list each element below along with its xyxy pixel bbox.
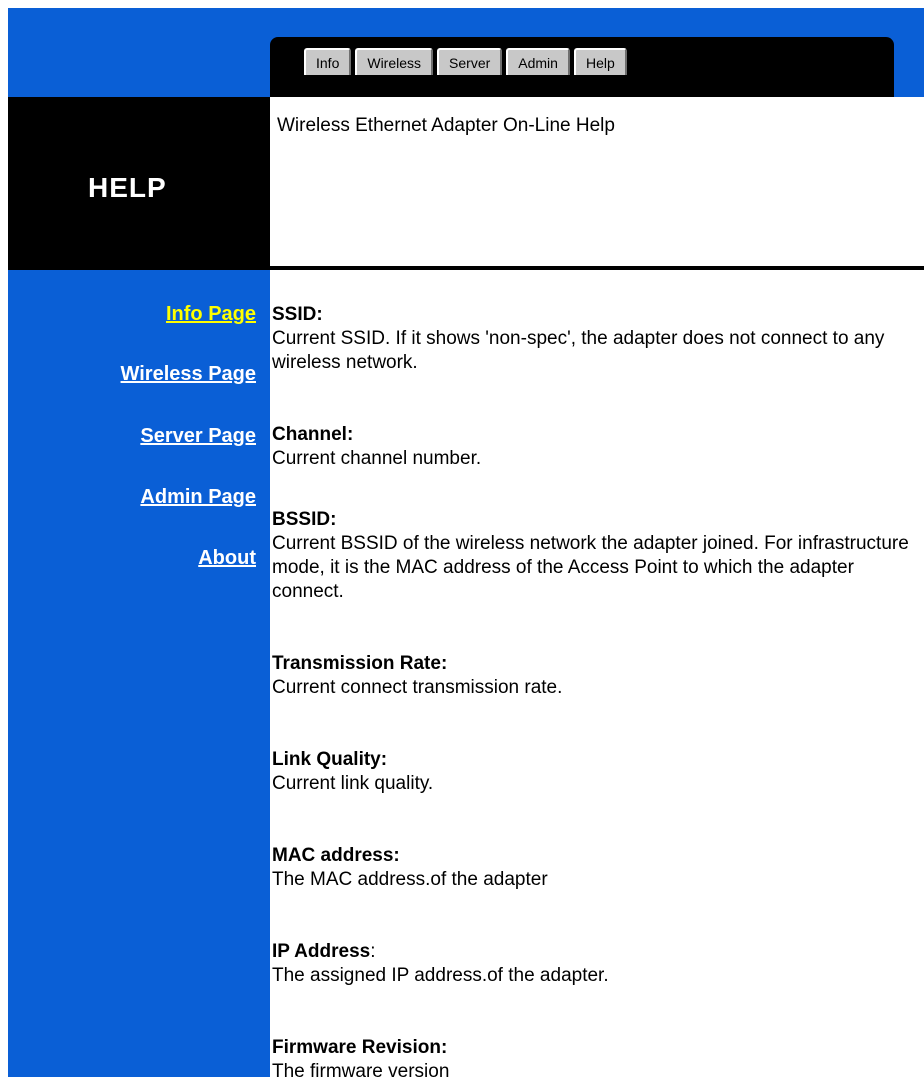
page-title: Wireless Ethernet Adapter On-Line Help <box>277 115 615 136</box>
entry-description: The assigned IP address.of the adapter. <box>272 965 609 986</box>
sidebar-item-info-page[interactable]: Info Page <box>166 303 256 326</box>
page-header: HELP Wireless Ethernet Adapter On-Line H… <box>8 97 924 270</box>
page-frame: Info Wireless Server Admin Help HELP Wir… <box>8 8 924 1077</box>
entry-title: BSSID: <box>272 509 337 530</box>
entry-description: Current BSSID of the wireless network th… <box>272 533 909 602</box>
tab-bar: Info Wireless Server Admin Help <box>304 48 627 75</box>
help-content: SSID: Current SSID. If it shows 'non-spe… <box>270 270 924 1077</box>
help-entry-bssid: BSSID: Current BSSID of the wireless net… <box>272 508 922 604</box>
entry-description: The firmware version <box>272 1061 450 1077</box>
tab-help[interactable]: Help <box>573 48 627 75</box>
entry-title: Firmware Revision: <box>272 1037 448 1058</box>
help-entry-ip-address: IP Address: The assigned IP address.of t… <box>272 940 922 988</box>
entry-title: IP Address: <box>272 940 922 964</box>
entry-title-text: IP Address <box>272 941 371 962</box>
sidebar-item-about[interactable]: About <box>198 547 256 570</box>
help-entry-firmware-revision: Firmware Revision: The firmware version <box>272 1036 922 1077</box>
entry-title: MAC address: <box>272 845 400 866</box>
tab-wireless[interactable]: Wireless <box>355 48 434 75</box>
help-entry-mac-address: MAC address: The MAC address.of the adap… <box>272 844 922 892</box>
entry-title: Link Quality: <box>272 749 388 770</box>
entry-description: The MAC address.of the adapter <box>272 869 548 890</box>
sidebar-item-wireless-page[interactable]: Wireless Page <box>121 363 256 386</box>
top-band: Info Wireless Server Admin Help <box>8 8 924 97</box>
entry-description: Current channel number. <box>272 448 482 469</box>
help-entry-channel: Channel: Current channel number. <box>272 423 922 471</box>
entry-description: Current link quality. <box>272 773 434 794</box>
sidebar-item-server-page[interactable]: Server Page <box>140 425 256 448</box>
entry-description: Current SSID. If it shows 'non-spec', th… <box>272 328 885 373</box>
sidebar-item-admin-page[interactable]: Admin Page <box>140 486 256 509</box>
section-title: HELP <box>88 172 167 203</box>
entry-description: Current connect transmission rate. <box>272 677 563 698</box>
help-entry-transmission-rate: Transmission Rate: Current connect trans… <box>272 652 922 700</box>
sidebar: Info Page Wireless Page Server Page Admi… <box>8 270 270 1077</box>
entry-title-suffix: : <box>370 941 376 962</box>
tab-admin[interactable]: Admin <box>506 48 570 75</box>
entry-title: Transmission Rate: <box>272 653 448 674</box>
entry-title: SSID: <box>272 304 323 325</box>
tab-info[interactable]: Info <box>304 48 352 75</box>
tab-strip: Info Wireless Server Admin Help <box>270 37 894 97</box>
entry-title: Channel: <box>272 424 354 445</box>
help-entry-ssid: SSID: Current SSID. If it shows 'non-spe… <box>272 303 922 375</box>
tab-server[interactable]: Server <box>437 48 503 75</box>
header-panel: Wireless Ethernet Adapter On-Line Help <box>270 97 924 266</box>
help-entry-link-quality: Link Quality: Current link quality. <box>272 748 922 796</box>
